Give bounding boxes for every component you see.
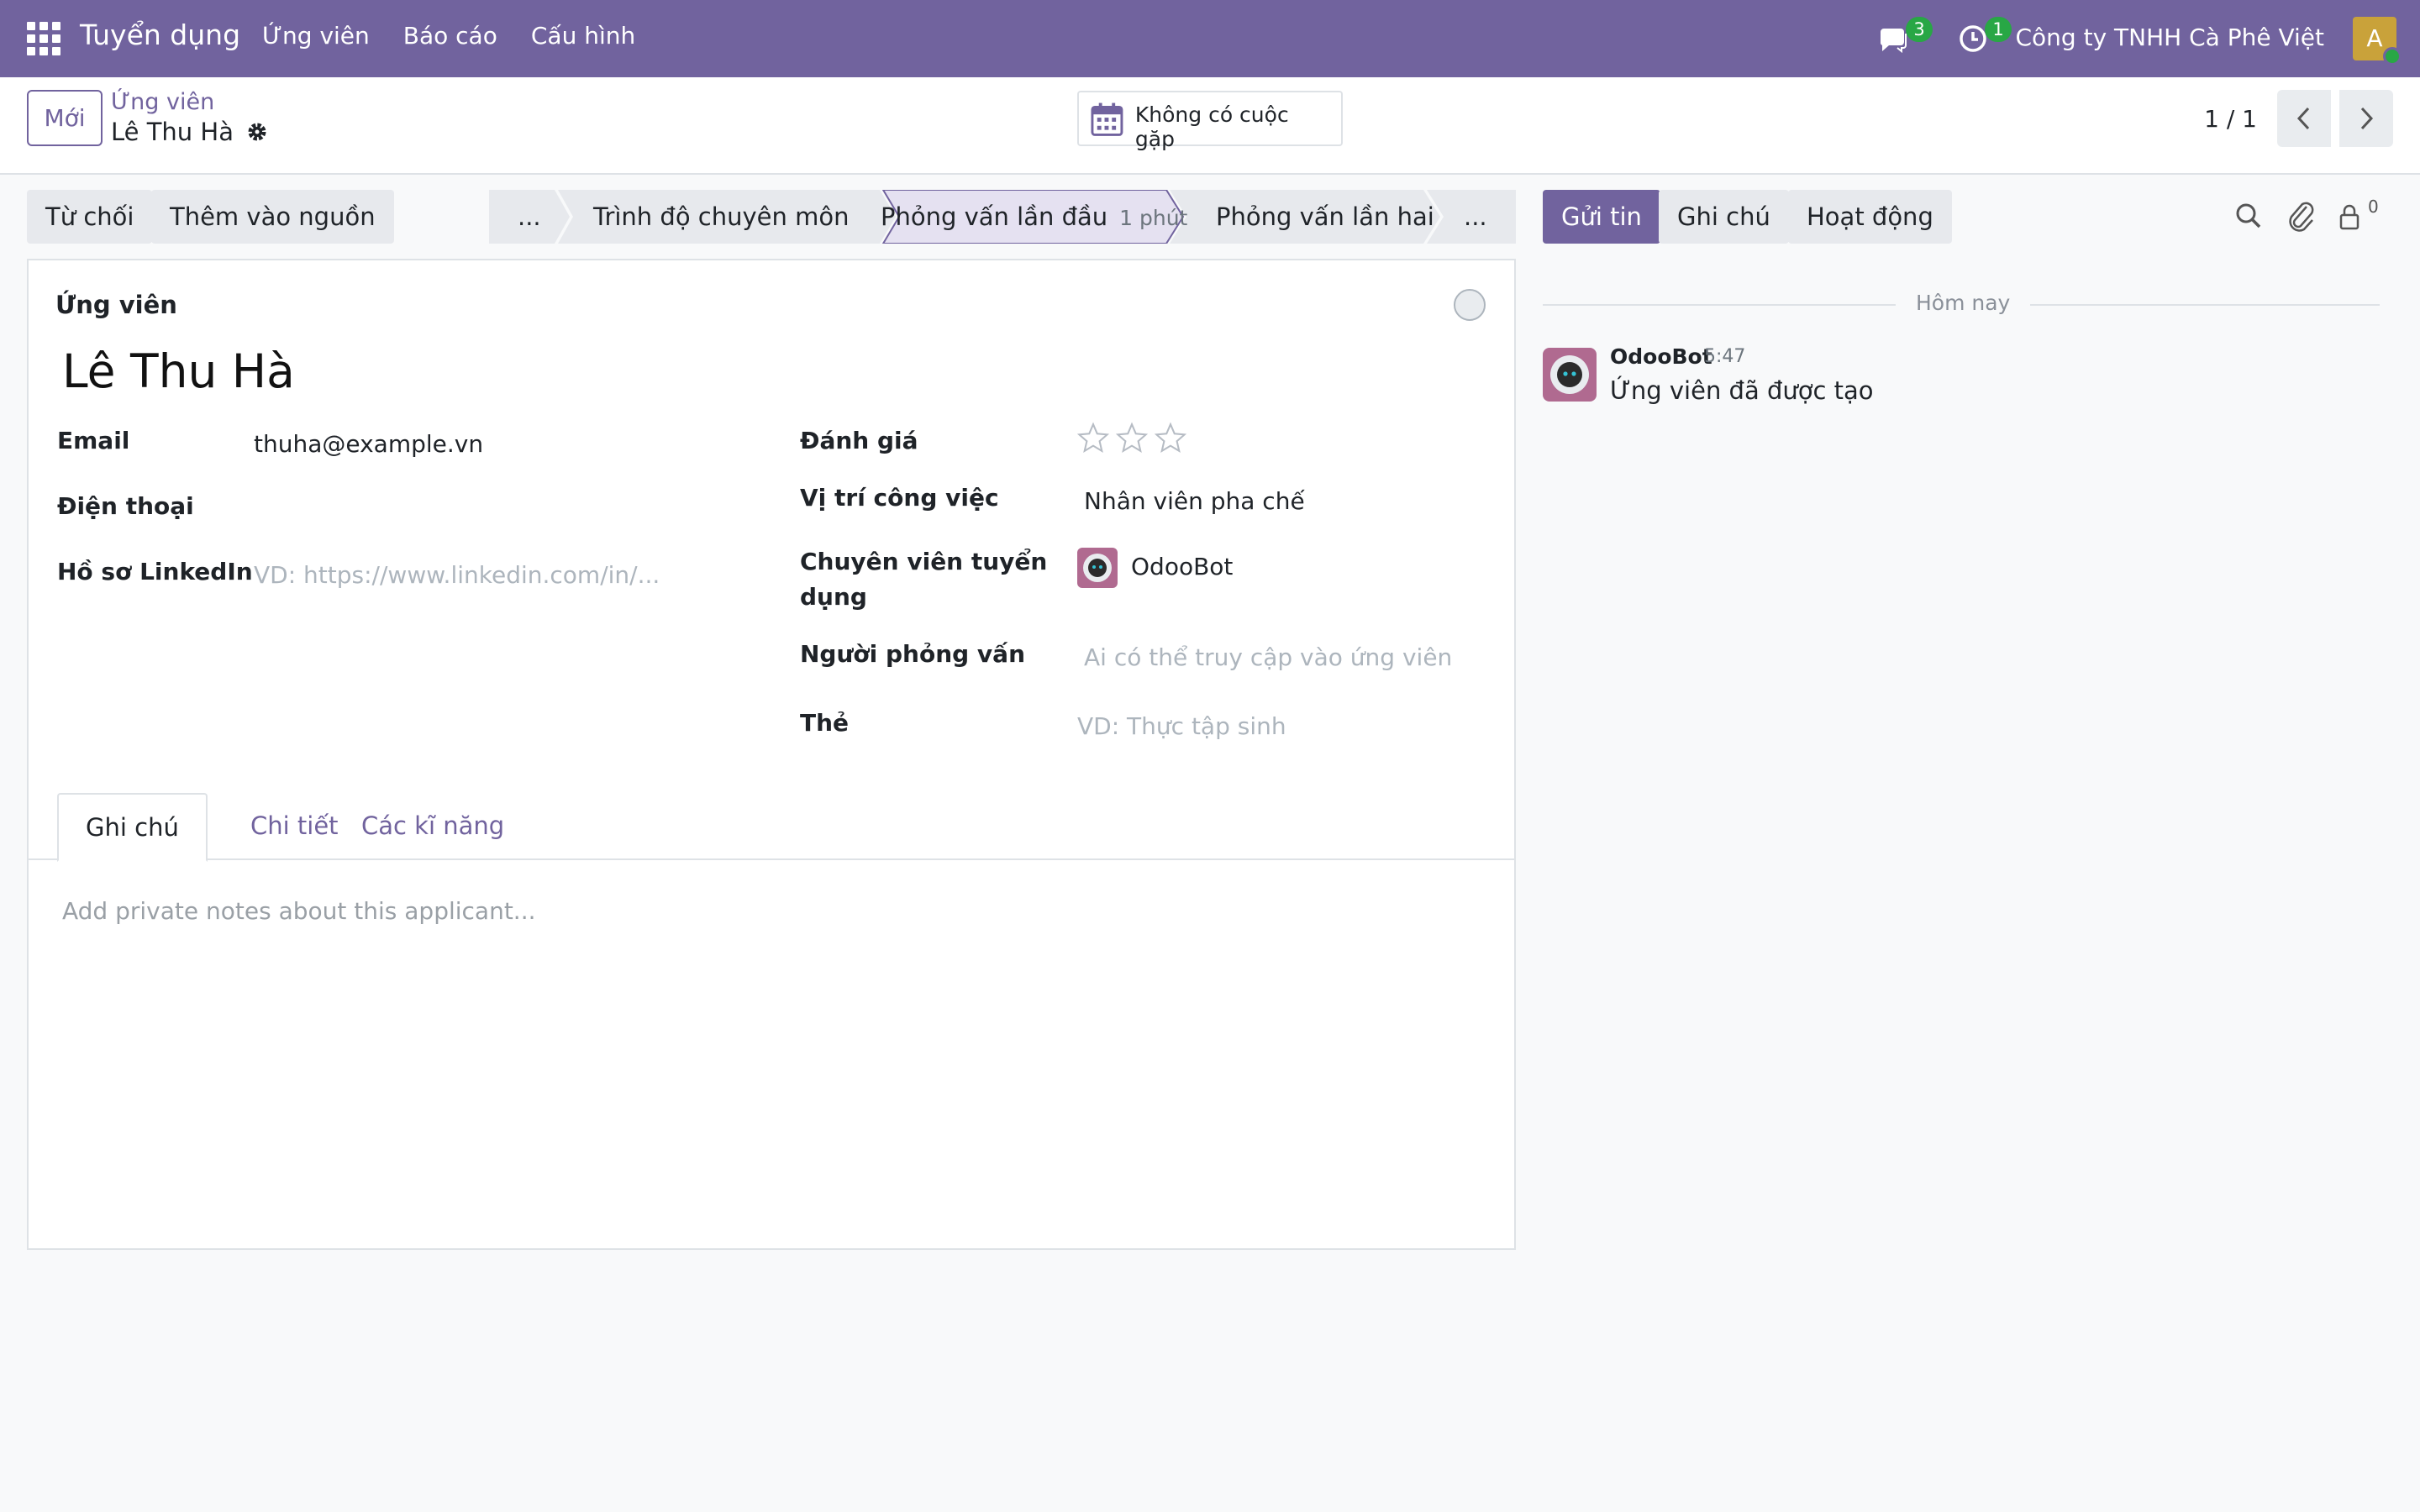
email-field[interactable]: thuha@example.vn [254, 430, 483, 458]
message-author[interactable]: OdooBot [1610, 344, 1712, 369]
notebook-tabs: Ghi chú Chi tiết Các kĩ năng [29, 793, 1514, 862]
applicant-title-label: Ứng viên [55, 291, 177, 319]
breadcrumb-current-label: Lê Thu Hà [111, 118, 234, 146]
star-icon[interactable] [1155, 422, 1186, 454]
notes-editor[interactable]: Add private notes about this applicant..… [62, 897, 536, 925]
phone-label: Điện thoại [57, 492, 194, 520]
rating-stars[interactable] [1077, 422, 1186, 454]
pager-value: 1 / 1 [2204, 104, 2257, 133]
top-navbar: Tuyển dụng Ứng viên Báo cáo Cấu hình 3 1… [0, 0, 2420, 77]
new-button[interactable]: Mới [27, 90, 103, 146]
stage-more-left[interactable]: ... [518, 190, 541, 244]
kanban-state-icon[interactable] [1454, 289, 1486, 321]
user-avatar[interactable]: A [2353, 17, 2402, 66]
stage-duration: 1 phút [1119, 206, 1188, 230]
search-icon[interactable] [2232, 197, 2265, 235]
followers-count: 0 [2368, 197, 2379, 217]
messages-icon[interactable]: 3 [1877, 17, 1933, 55]
add-to-pool-button[interactable]: Thêm vào nguồn [151, 190, 394, 244]
apps-menu-icon[interactable] [27, 22, 60, 55]
rating-label: Đánh giá [800, 427, 918, 454]
job-position-field[interactable]: Nhân viên pha chế [1084, 487, 1305, 515]
stage-more-right[interactable]: ... [1464, 190, 1487, 244]
log-note-button[interactable]: Ghi chú [1659, 190, 1789, 244]
chevron-left-icon [2296, 107, 2310, 130]
control-panel: Mới Ứng viên Lê Thu Hà Không có cuộc gặp… [0, 77, 2420, 175]
form-sheet: Ứng viên Lê Thu Hà Email thuha@example.v… [27, 259, 1516, 1250]
star-icon[interactable] [1116, 422, 1148, 454]
chevron-right-icon [2360, 107, 2374, 130]
company-switcher[interactable]: Công ty TNHH Cà Phê Việt [2016, 24, 2325, 51]
tags-label: Thẻ [800, 709, 850, 737]
calendar-icon [1091, 102, 1123, 136]
menu-item-reporting[interactable]: Báo cáo [403, 22, 497, 50]
job-position-label: Vị trí công việc [800, 484, 999, 512]
recruiter-avatar [1077, 548, 1118, 588]
gear-icon[interactable] [245, 120, 269, 144]
email-label: Email [57, 427, 130, 454]
pager: 1 / 1 [2204, 90, 2393, 147]
recruiter-field[interactable]: OdooBot [1131, 553, 1233, 580]
tags-field[interactable]: VD: Thực tập sinh [1077, 712, 1286, 740]
applicant-name-field[interactable]: Lê Thu Hà [62, 344, 295, 398]
refuse-button[interactable]: Từ chối [27, 190, 153, 244]
meetings-label: Không có cuộc gặp [1134, 102, 1289, 151]
interviewers-field[interactable]: Ai có thể truy cập vào ứng viên [1084, 643, 1452, 671]
interviewers-label: Người phỏng vấn [800, 640, 1026, 668]
menu-item-applicants[interactable]: Ứng viên [262, 22, 370, 50]
linkedin-field[interactable]: VD: https://www.linkedin.com/in/... [254, 561, 660, 589]
recruiter-label: Chuyên viên tuyển [800, 548, 1048, 575]
menu-item-configuration[interactable]: Cấu hình [531, 22, 635, 50]
message-author-avatar [1543, 348, 1597, 402]
stage-second-interview[interactable]: Phỏng vấn lần hai [1216, 190, 1434, 244]
messages-badge: 3 [1906, 17, 1933, 42]
stage-first-interview[interactable]: Phỏng vấn lần đầu 1 phút [881, 190, 1187, 244]
pager-next-button[interactable] [2339, 90, 2393, 147]
app-name[interactable]: Tuyển dụng [80, 18, 240, 51]
main-menu: Ứng viên Báo cáo Cấu hình [262, 22, 635, 50]
paperclip-icon[interactable] [2284, 197, 2317, 235]
activities-badge: 1 [1985, 17, 2012, 42]
phone-field[interactable] [254, 492, 674, 522]
recruiter-label-line2: dụng [800, 583, 867, 611]
online-status-icon [2383, 47, 2402, 66]
pager-previous-button[interactable] [2277, 90, 2331, 147]
send-message-button[interactable]: Gửi tin [1543, 190, 1660, 244]
stage-pipeline: ... Trình độ chuyên môn Phỏng vấn lần đầ… [489, 190, 1516, 244]
date-separator: Hôm nay [1896, 291, 2031, 315]
breadcrumb-current: Lê Thu Hà [111, 118, 269, 146]
tab-skills[interactable]: Các kĩ năng [334, 793, 531, 860]
activities-clock-icon[interactable]: 1 [1956, 17, 2012, 55]
user-initial: A [2366, 24, 2383, 52]
tab-notes[interactable]: Ghi chú [57, 793, 208, 862]
linkedin-label: Hồ sơ LinkedIn [57, 558, 253, 585]
activities-button[interactable]: Hoạt động [1788, 190, 1952, 244]
stage-qualification[interactable]: Trình độ chuyên môn [593, 190, 849, 244]
breadcrumb-parent[interactable]: Ứng viên [111, 89, 214, 115]
message-body: Ứng viên đã được tạo [1610, 376, 1874, 405]
message-time: 5:47 [1704, 346, 1746, 367]
star-icon[interactable] [1077, 422, 1109, 454]
meetings-smart-button[interactable]: Không có cuộc gặp [1077, 91, 1343, 151]
stage-first-interview-label: Phỏng vấn lần đầu [881, 202, 1108, 231]
